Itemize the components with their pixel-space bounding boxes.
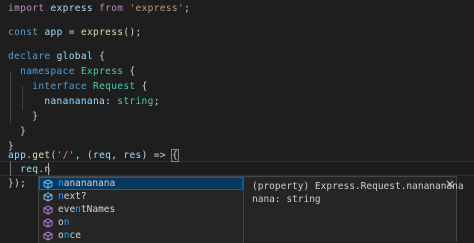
code-line-5: declare global { bbox=[8, 51, 106, 62]
text-cursor bbox=[48, 163, 49, 175]
code-line-9: } bbox=[32, 111, 39, 122]
suggestion-list[interactable]: n anananana n ext? eve n tNames on o n ce bbox=[38, 176, 244, 243]
suggestion-item[interactable]: on bbox=[39, 216, 243, 229]
suggestion-item[interactable]: eve n tNames bbox=[39, 203, 243, 216]
code-line-7: interface Request { bbox=[32, 81, 148, 92]
code-line-3: const app = express(); bbox=[8, 27, 142, 38]
code-line-10: } bbox=[20, 126, 27, 137]
code-line-6: namespace Express { bbox=[20, 66, 136, 77]
details-signature: (property) Express.Request.nanananana bbox=[252, 181, 464, 192]
suggestion-item[interactable]: n anananana bbox=[39, 177, 243, 190]
field-cube-icon bbox=[43, 178, 53, 189]
suggestion-item[interactable]: o n ce bbox=[39, 229, 243, 242]
code-line-1: import express from 'express'; bbox=[8, 3, 191, 14]
method-cube-icon bbox=[43, 204, 53, 215]
code-line-15: }); bbox=[8, 178, 27, 189]
suggestion-details: (property) Express.Request.nanananana na… bbox=[243, 176, 464, 242]
method-cube-icon bbox=[43, 230, 53, 241]
method-cube-icon bbox=[43, 217, 53, 228]
details-type: nana: string bbox=[252, 194, 321, 205]
code-line-8: nanananana: string; bbox=[44, 96, 160, 107]
code-line-14: req.n bbox=[20, 164, 50, 175]
suggestion-item[interactable]: n ext? bbox=[39, 190, 243, 203]
field-cube-icon bbox=[43, 191, 53, 202]
close-icon[interactable] bbox=[446, 180, 454, 188]
code-line-13: app.get('/', (req, res) => { bbox=[8, 149, 180, 162]
matching-bracket: { bbox=[170, 149, 180, 162]
current-line-highlight bbox=[0, 161, 474, 176]
